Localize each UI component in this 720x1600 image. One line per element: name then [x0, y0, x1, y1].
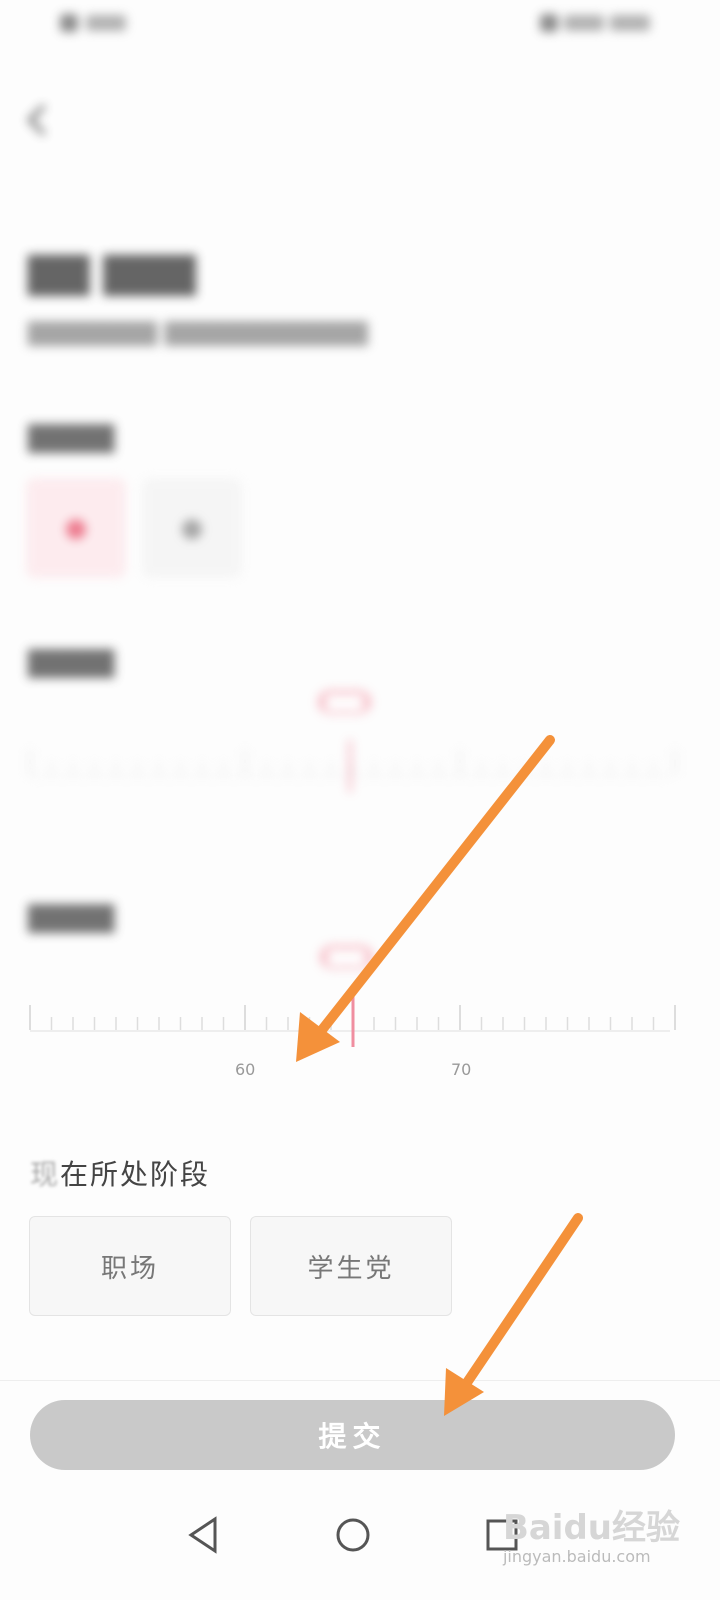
weight-value-bubble: ▇▇▇	[320, 945, 373, 969]
status-right-icons	[540, 14, 650, 32]
gender-section-title: ▇▇▇▇	[28, 420, 115, 453]
arrow-to-submit	[444, 1213, 583, 1416]
weight-ruler[interactable]	[29, 975, 676, 1095]
stage-title-faded-char: 现	[30, 1158, 61, 1191]
male-symbol: ●	[180, 513, 204, 543]
weight-section-title: ▇▇▇▇	[28, 900, 115, 933]
female-symbol: ●	[64, 513, 88, 543]
wifi-icon	[564, 15, 604, 31]
nav-home-button[interactable]	[328, 1510, 378, 1560]
weight-tick-label-60: 60	[235, 1060, 256, 1079]
nav-back-button[interactable]	[178, 1510, 228, 1560]
submit-button[interactable]: 提交	[30, 1400, 675, 1470]
height-section-title: ▇▇▇▇	[28, 645, 115, 678]
baidu-watermark: Baidu经验 jingyan.baidu.com	[503, 1500, 680, 1566]
stage-title-text: 在所处阶段	[60, 1158, 211, 1191]
stage-option-student[interactable]: 学生党	[250, 1216, 452, 1316]
back-button[interactable]	[22, 100, 52, 140]
status-bar	[0, 0, 720, 50]
chevron-left-icon	[27, 104, 46, 136]
watermark-brand: Baidu经验	[502, 1508, 680, 1548]
network-icon	[86, 15, 126, 31]
height-ruler-ticks	[29, 740, 676, 792]
battery-icon	[610, 15, 650, 31]
height-value-bubble: ▇▇▇	[318, 690, 371, 714]
triangle-back-icon	[188, 1516, 217, 1554]
stage-section-title: 现在所处阶段	[30, 1153, 210, 1193]
stage-option-workplace[interactable]: 职场	[29, 1216, 231, 1316]
gender-male-option[interactable]: ●	[142, 478, 242, 578]
watermark-url: jingyan.baidu.com	[502, 1547, 651, 1566]
signal-icon	[60, 14, 78, 32]
gender-female-option[interactable]: ●	[26, 478, 126, 578]
status-left-icons	[60, 14, 126, 32]
divider	[0, 1380, 720, 1381]
weight-ruler-ticks	[29, 995, 676, 1047]
height-ruler[interactable]	[29, 720, 676, 840]
weight-tick-label-70: 70	[451, 1060, 472, 1079]
page-subtitle: ▇▇▇▇▇▇▇ ▇▇▇▇▇▇▇▇▇▇▇	[28, 318, 368, 346]
alarm-icon	[540, 14, 558, 32]
circle-home-icon	[336, 1518, 370, 1552]
page-title: ▇▇ ▇▇▇	[28, 250, 196, 296]
